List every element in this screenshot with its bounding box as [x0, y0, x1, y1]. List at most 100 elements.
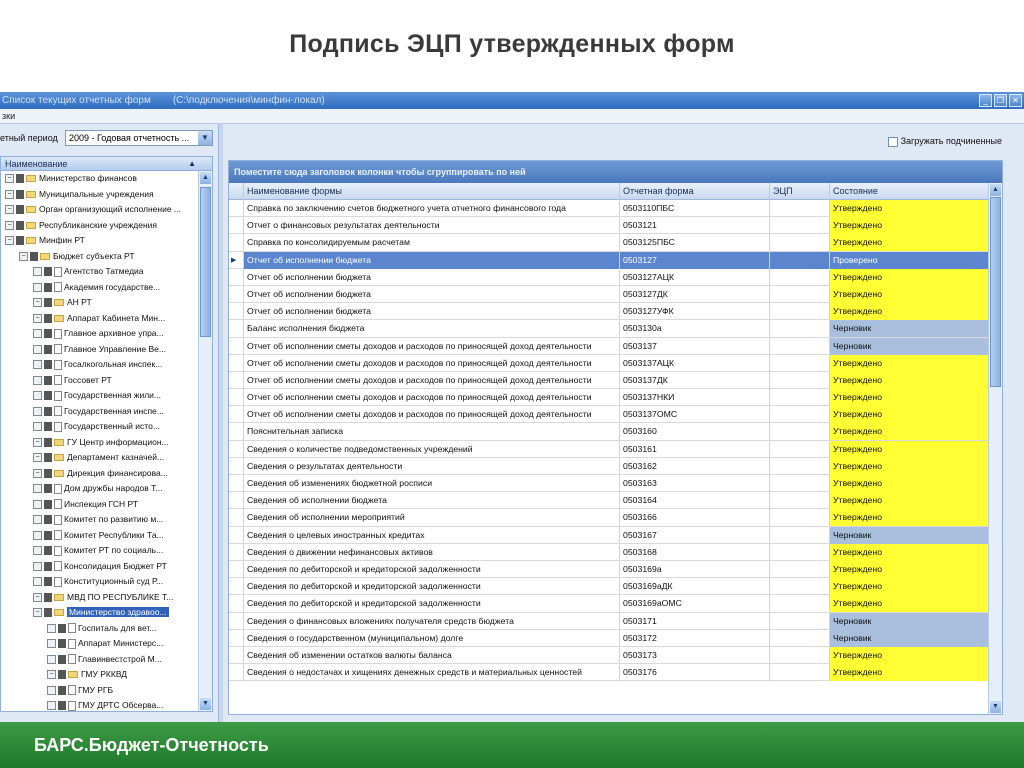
cell-ecp[interactable] — [769, 200, 829, 217]
cell-ecp[interactable] — [769, 440, 829, 458]
cell-form-code[interactable]: 0503161 — [619, 440, 769, 458]
cell-ecp[interactable] — [769, 217, 829, 235]
tree-item[interactable]: − Министерство здравоо... — [1, 605, 199, 621]
cell-ecp[interactable] — [769, 423, 829, 441]
cell-form-name[interactable]: Баланс исполнения бюджета — [243, 320, 619, 338]
cell-ecp[interactable] — [769, 337, 829, 355]
cell-form-code[interactable]: 0503127АЦК — [619, 268, 769, 286]
tree-item[interactable]: − Аппарат Кабинета Мин... — [1, 311, 199, 327]
expand-icon[interactable]: − — [47, 670, 56, 680]
cell-form-code[interactable]: 0503162 — [619, 457, 769, 475]
cell-form-code[interactable]: 0503137ОМС — [619, 406, 769, 424]
cell-ecp[interactable] — [769, 303, 829, 321]
cell-form-code[interactable]: 0503110ПБС — [619, 200, 769, 217]
cell-state[interactable]: Утверждено — [829, 440, 1001, 458]
cell-form-name[interactable]: Сведения о государственном (муниципально… — [243, 629, 619, 647]
cell-form-code[interactable]: 0503167 — [619, 526, 769, 544]
cell-form-name[interactable]: Отчет об исполнении сметы доходов и расх… — [243, 389, 619, 407]
tree-item[interactable]: Консолидация Бюджет РТ — [1, 559, 199, 575]
cell-form-name[interactable]: Сведения об изменениях бюджетной росписи — [243, 475, 619, 492]
tree-item[interactable]: Главное Управление Ве... — [1, 342, 199, 358]
cell-form-code[interactable]: 0503125ПБС — [619, 234, 769, 252]
cell-state[interactable]: Утверждено — [829, 578, 1001, 596]
cell-form-name[interactable]: Сведения по дебиторской и кредиторской з… — [243, 595, 619, 613]
tree-item[interactable]: Госалкогольная инспек... — [1, 357, 199, 373]
cell-form-code[interactable]: 0503169аДК — [619, 578, 769, 596]
cell-form-name[interactable]: Отчет об исполнении сметы доходов и расх… — [243, 406, 619, 424]
tree-item[interactable]: Комитет по развитию м... — [1, 512, 199, 528]
tree-item[interactable]: Аппарат Министерс... — [1, 636, 199, 652]
cell-ecp[interactable] — [769, 251, 829, 269]
grid-scroll-thumb[interactable] — [990, 197, 1001, 387]
tree-item[interactable]: − АН РТ — [1, 295, 199, 311]
cell-form-code[interactable]: 0503171 — [619, 612, 769, 630]
group-by-panel[interactable]: Поместите сюда заголовок колонки чтобы с… — [229, 161, 1002, 183]
expand-icon[interactable]: − — [5, 189, 14, 199]
tree-item[interactable]: Инспекция ГСН РТ — [1, 497, 199, 513]
cell-form-name[interactable]: Сведения о количестве подведомственных у… — [243, 440, 619, 458]
tree-item[interactable]: − Бюджет субъекта РТ — [1, 249, 199, 265]
cell-form-code[interactable]: 0503137АЦК — [619, 354, 769, 372]
expand-icon[interactable]: − — [33, 468, 42, 478]
cell-form-name[interactable]: Отчет об исполнении бюджета — [243, 285, 619, 303]
expand-icon[interactable]: − — [33, 453, 42, 463]
cell-form-name[interactable]: Сведения по дебиторской и кредиторской з… — [243, 578, 619, 596]
cell-state[interactable]: Утверждено — [829, 595, 1001, 613]
cell-state[interactable]: Утверждено — [829, 492, 1001, 510]
scroll-up-icon[interactable]: ▲ — [200, 172, 211, 184]
chevron-down-icon[interactable]: ▼ — [198, 131, 212, 145]
tree-item[interactable]: Государственный исто... — [1, 419, 199, 435]
table-row[interactable]: Отчет об исполнении бюджета 0503127ДК Утве… — [229, 285, 1002, 304]
expand-icon[interactable]: − — [33, 592, 42, 602]
cell-state[interactable]: Утверждено — [829, 457, 1001, 475]
table-row[interactable]: Справка по консолидируемым расчетам 05031… — [229, 234, 1002, 252]
cell-state[interactable]: Утверждено — [829, 234, 1001, 252]
table-row[interactable]: Отчет об исполнении сметы доходов и расх… — [229, 389, 1002, 407]
tree-item[interactable]: Академия государстве... — [1, 280, 199, 296]
cell-form-code[interactable]: 0503169а — [619, 560, 769, 578]
tree-item[interactable]: Госсовет РТ — [1, 373, 199, 389]
table-row[interactable]: Сведения по дебиторской и кредиторской з… — [229, 560, 1002, 579]
cell-ecp[interactable] — [769, 492, 829, 510]
cell-form-code[interactable]: 0503127ДК — [619, 285, 769, 303]
cell-form-name[interactable]: Сведения о движении нефинансовых активов — [243, 543, 619, 561]
table-row[interactable]: ▶ Отчет об исполнении бюджета 0503127 Прове… — [229, 251, 1002, 269]
table-row[interactable]: Сведения о движении нефинансовых активов… — [229, 543, 1002, 561]
cell-form-name[interactable]: Отчет об исполнении сметы доходов и расх… — [243, 337, 619, 355]
cell-ecp[interactable] — [769, 354, 829, 372]
expand-icon[interactable]: − — [33, 608, 42, 618]
table-row[interactable]: Сведения о результатах деятельности 05031… — [229, 457, 1002, 475]
cell-state[interactable]: Черновик — [829, 629, 1001, 647]
cell-form-name[interactable]: Отчет о финансовых результатах деятельно… — [243, 217, 619, 235]
close-icon[interactable]: ✕ — [1009, 94, 1022, 107]
cell-state[interactable]: Утверждено — [829, 371, 1001, 389]
table-row[interactable]: Отчет об исполнении сметы доходов и расх… — [229, 406, 1002, 424]
tree-item[interactable]: − МВД ПО РЕСПУБЛИКЕ Т... — [1, 590, 199, 606]
cell-state[interactable]: Черновик — [829, 337, 1001, 355]
cell-state[interactable]: Утверждено — [829, 664, 1001, 682]
column-header-name[interactable]: Наименование формы — [243, 183, 619, 200]
cell-ecp[interactable] — [769, 320, 829, 338]
cell-ecp[interactable] — [769, 475, 829, 492]
cell-state[interactable]: Утверждено — [829, 406, 1001, 424]
table-row[interactable]: Сведения по дебиторской и кредиторской з… — [229, 578, 1002, 596]
cell-ecp[interactable] — [769, 406, 829, 424]
restore-icon[interactable]: ❐ — [994, 94, 1007, 107]
scroll-up-icon[interactable]: ▲ — [990, 184, 1001, 196]
tree-item[interactable]: − Республиканские учреждения — [1, 218, 199, 234]
table-row[interactable]: Сведения о недостачах и хищениях денежны… — [229, 664, 1002, 682]
column-header-state[interactable]: Состояние — [829, 183, 1001, 200]
period-select[interactable]: 2009 - Годовая отчетность ... ▼ — [65, 130, 213, 146]
cell-form-code[interactable]: 0503172 — [619, 629, 769, 647]
table-row[interactable]: Отчет об исполнении сметы доходов и расх… — [229, 337, 1002, 355]
cell-form-name[interactable]: Сведения о целевых иностранных кредитах — [243, 526, 619, 544]
tree-item[interactable]: − Минфин РТ — [1, 233, 199, 249]
minimize-icon[interactable]: _ — [979, 94, 992, 107]
cell-state[interactable]: Утверждено — [829, 646, 1001, 664]
tree-item[interactable]: − Департамент казначей... — [1, 450, 199, 466]
table-row[interactable]: Сведения о количестве подведомственных у… — [229, 440, 1002, 458]
tree-item[interactable]: Конституционный суд Р... — [1, 574, 199, 590]
cell-state[interactable]: Черновик — [829, 612, 1001, 630]
expand-icon[interactable]: − — [33, 437, 42, 447]
cell-form-code[interactable]: 0503169аОМС — [619, 595, 769, 613]
